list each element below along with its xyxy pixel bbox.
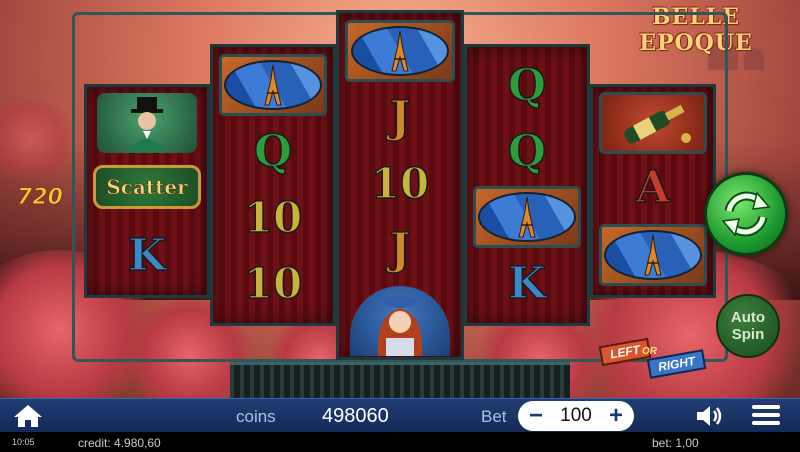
eiffel-tower-icon <box>391 30 409 72</box>
bet-increase-button[interactable]: + <box>606 403 626 429</box>
bet-decrease-button[interactable]: − <box>526 403 546 429</box>
reel-symbol <box>345 20 455 82</box>
hamburger-menu-icon <box>752 405 780 425</box>
bet-stepper: − 100 + <box>518 401 634 431</box>
eiffel-tower-symbol <box>219 54 327 116</box>
reel-symbol: Q <box>473 55 581 115</box>
speaker-icon <box>697 406 722 426</box>
gentleman-icon <box>127 97 167 153</box>
or-label: OR <box>642 346 657 357</box>
spin-button[interactable] <box>704 172 788 256</box>
reel-symbol: J <box>345 219 455 279</box>
symbol-k: K <box>507 257 547 310</box>
bet-label: Bet <box>481 407 507 426</box>
status-bar: 10:05 credit: 4.980,60 bet: 1,00 <box>0 432 800 452</box>
symbol-j: J <box>389 223 411 276</box>
clock: 10:05 <box>12 437 35 447</box>
reel-3: J 10 J <box>336 10 464 360</box>
sound-button[interactable] <box>694 403 724 429</box>
symbol-a: A <box>635 161 671 214</box>
reel-symbol: Q <box>219 121 327 181</box>
eiffel-tower-icon <box>518 196 536 238</box>
symbol-10: 10 <box>243 258 303 309</box>
credit-display: credit: 4.980,60 <box>78 436 161 450</box>
gentleman-symbol <box>97 93 197 153</box>
reel-symbol <box>599 92 707 154</box>
reel-symbol: 10 <box>219 187 327 247</box>
autospin-label-1: Auto <box>730 309 766 326</box>
scatter-symbol: Scatter <box>93 165 201 209</box>
reel-symbol <box>473 186 581 248</box>
reel-symbol <box>93 93 201 153</box>
symbol-q: Q <box>253 125 293 178</box>
reel-symbol <box>219 54 327 116</box>
symbol-q: Q <box>507 59 547 112</box>
reel-symbol: K <box>93 225 201 285</box>
reel-symbol: J <box>345 87 455 147</box>
eiffel-tower-icon <box>644 234 662 276</box>
refresh-arrows-icon <box>721 191 771 237</box>
lady-symbol <box>350 286 450 356</box>
home-button[interactable] <box>12 403 44 429</box>
reel-symbol: Q <box>473 121 581 181</box>
bottom-toolbar: coins 498060 Bet − 100 + <box>0 398 800 432</box>
coins-label: coins <box>236 407 276 426</box>
reel-symbol <box>345 285 455 357</box>
reel-symbol <box>599 224 707 286</box>
eiffel-tower-symbol <box>345 20 455 82</box>
eiffel-tower-symbol <box>473 186 581 248</box>
reel-symbol: 10 <box>345 153 455 213</box>
reel-2: Q 10 10 <box>210 44 336 326</box>
symbol-k: K <box>127 229 167 282</box>
reel-symbol: 10 <box>219 253 327 313</box>
reel-5: A <box>590 84 716 298</box>
reel-symbol: Scatter <box>93 157 201 217</box>
symbol-j: J <box>389 91 411 144</box>
autospin-label-2: Spin <box>731 326 765 343</box>
last-win-amount: 720 <box>17 185 64 211</box>
eiffel-tower-symbol <box>599 224 707 286</box>
decorative-railing <box>230 362 570 398</box>
champagne-symbol <box>599 92 707 154</box>
eiffel-tower-icon <box>264 64 282 106</box>
symbol-10: 10 <box>370 158 430 209</box>
bet-value: 100 <box>560 405 592 426</box>
reel-symbol: A <box>599 157 707 217</box>
reel-4: QQ K <box>464 44 590 326</box>
autospin-button[interactable]: Auto Spin <box>716 294 780 358</box>
symbol-10: 10 <box>243 192 303 243</box>
game-scene: BELLE EPOQUE Scatter K Q 10 10 J 10 J QQK A 7… <box>0 0 800 400</box>
coins-value: 498060 <box>322 405 389 427</box>
left-or-right-toggle[interactable]: LEFT RIGHT OR <box>598 337 707 379</box>
symbol-q: Q <box>507 125 547 178</box>
menu-button[interactable] <box>752 405 780 427</box>
reel-1: Scatter K <box>84 84 210 298</box>
home-icon <box>14 405 42 427</box>
lady-icon <box>377 296 423 356</box>
reel-symbol: K <box>473 253 581 313</box>
champagne-bottle-icon <box>624 104 691 144</box>
bet-display: bet: 1,00 <box>652 436 699 450</box>
